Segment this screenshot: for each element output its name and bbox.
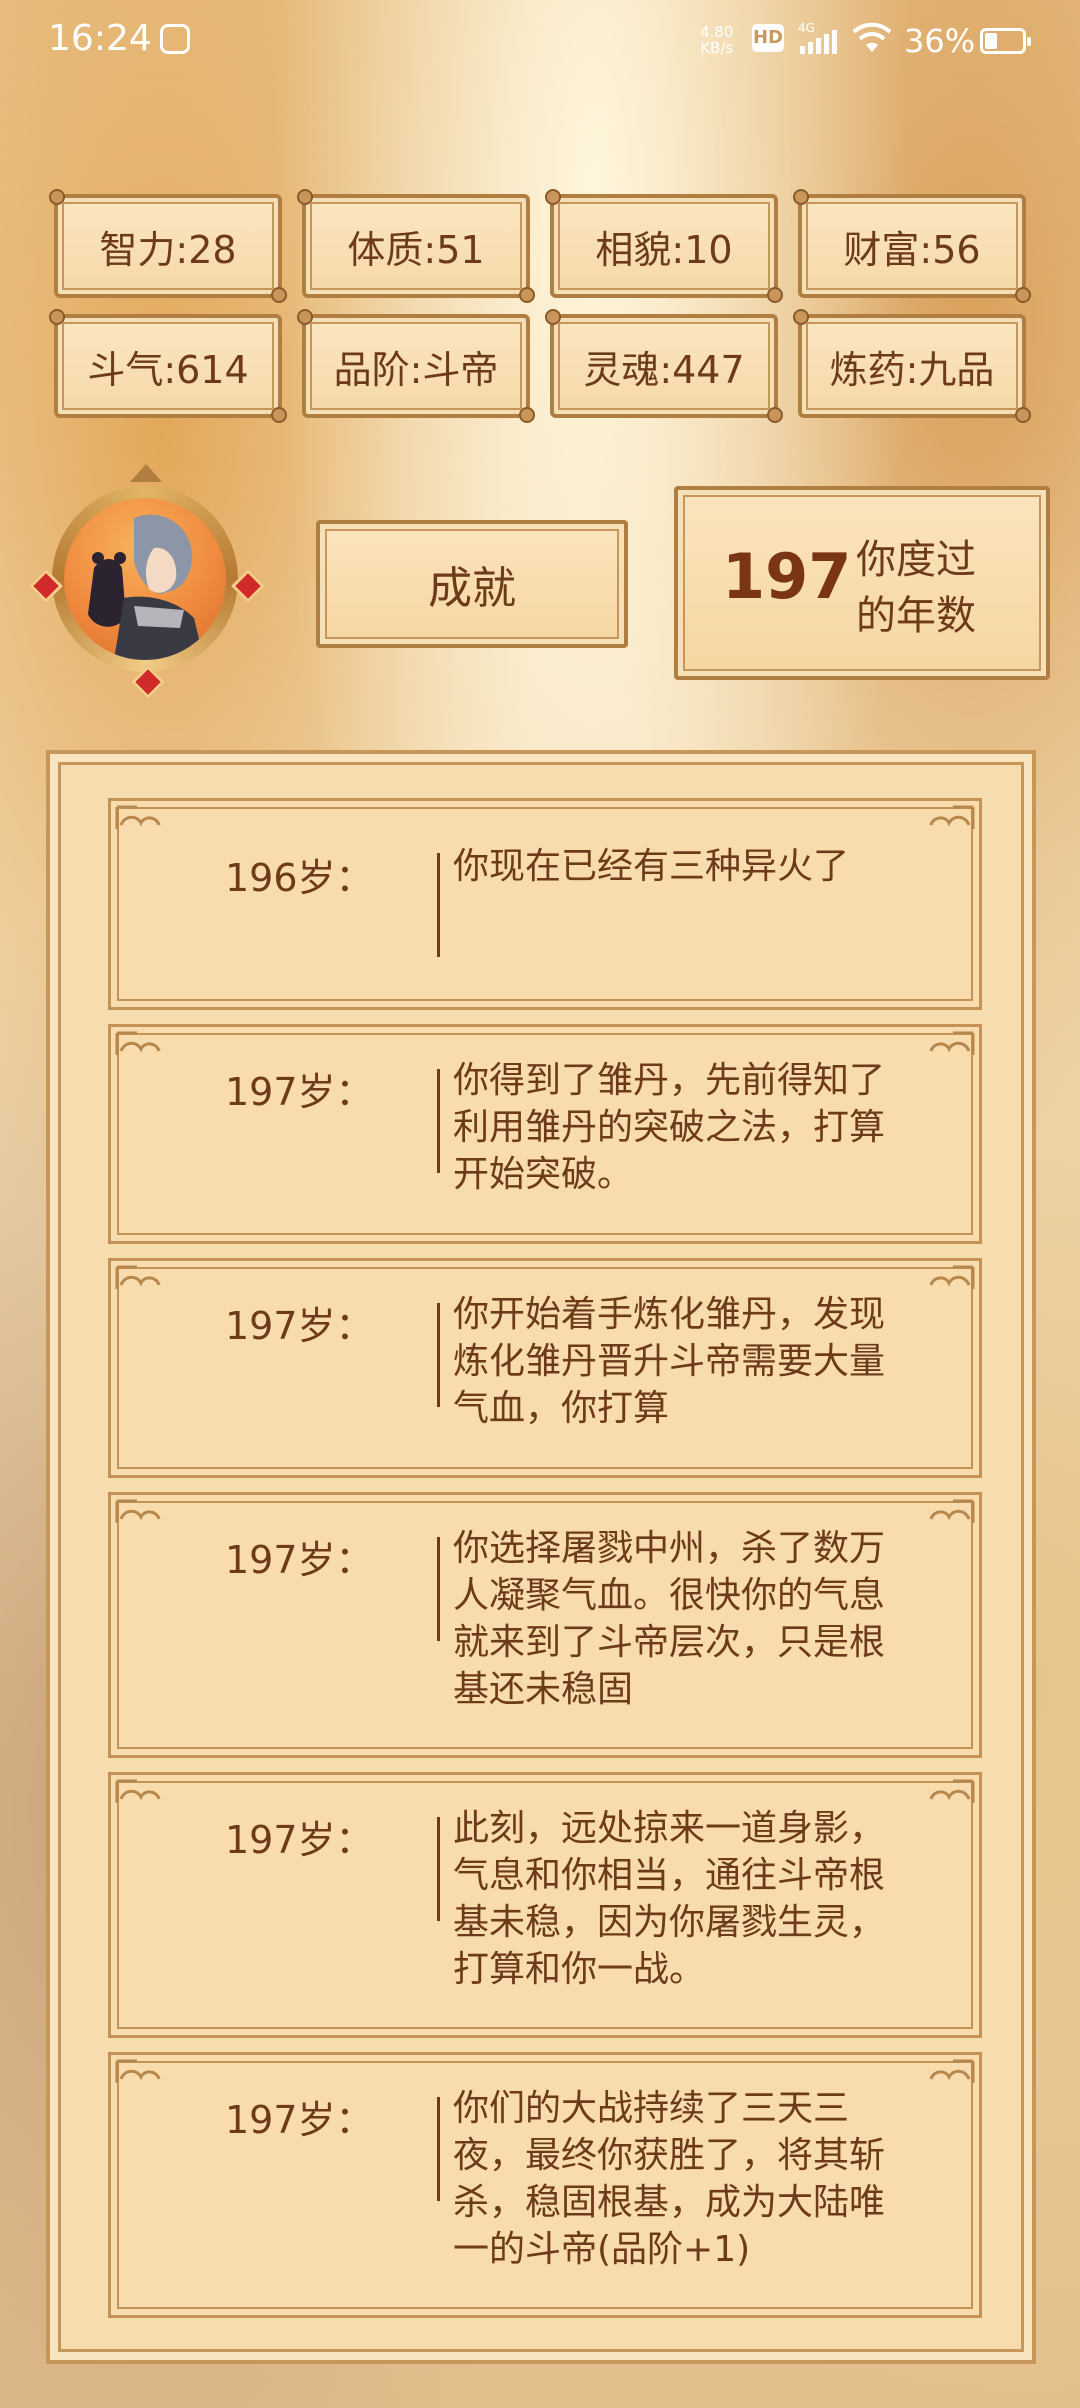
log-entry: 197岁： 你得到了雏丹，先前得知了利用雏丹的突破之法，打算开始突破。 — [108, 1024, 982, 1244]
stat-appearance: 相貌:10 — [545, 189, 783, 303]
stat-rank: 品阶:斗帝 — [297, 309, 535, 423]
cloud-ornament-icon — [115, 805, 161, 829]
stat-soul: 灵魂:447 — [545, 309, 783, 423]
log-entry: 197岁： 你开始着手炼化雏丹，发现炼化雏丹晋升斗帝需要大量气血，你打算 — [108, 1258, 982, 1478]
cloud-ornament-icon — [115, 2059, 161, 2083]
cloud-ornament-icon — [929, 2059, 975, 2083]
log-age: 197岁： — [225, 2098, 374, 2142]
log-age: 197岁： — [225, 1818, 374, 1862]
log-entry: 197岁： 你选择屠戮中州，杀了数万人凝聚气血。很快你的气息就来到了斗帝层次，只… — [108, 1492, 982, 1758]
net-speed: 4.80 KB/s — [700, 23, 734, 57]
log-age: 197岁： — [225, 1070, 374, 1114]
log-entry: 197岁： 你们的大战持续了三天三夜，最终你获胜了，将其斩杀，稳固根基，成为大陆… — [108, 2052, 982, 2318]
divider — [437, 2097, 440, 2201]
divider — [437, 853, 440, 957]
years-label: 你度过的年数 — [856, 537, 976, 639]
status-bar: 16:24 4.80 KB/s HD 4G 36% — [0, 0, 1080, 86]
log-text: 此刻，远处掠来一道身影，气息和你相当，通往斗帝根基未稳，因为你屠戮生灵，打算和你… — [453, 1808, 886, 1990]
avatar[interactable] — [29, 464, 265, 699]
stat-intelligence: 智力:28 — [49, 189, 287, 303]
log-text: 你开始着手炼化雏丹，发现炼化雏丹晋升斗帝需要大量气血，你打算 — [453, 1294, 886, 1429]
log-age: 197岁： — [225, 1304, 374, 1348]
divider — [437, 1303, 440, 1407]
cloud-ornament-icon — [929, 1779, 975, 1803]
signal-icon: 4G — [798, 21, 837, 54]
log-text: 你现在已经有三种异火了 — [453, 846, 850, 887]
log-entry: 196岁： 你现在已经有三种异火了 — [108, 798, 982, 1010]
cloud-ornament-icon — [929, 805, 975, 829]
log-text: 你们的大战持续了三天三夜，最终你获胜了，将其斩杀，稳固根基，成为大陆唯一的斗帝(… — [453, 2088, 886, 2270]
log-text: 你得到了雏丹，先前得知了利用雏丹的突破之法，打算开始突破。 — [453, 1060, 886, 1195]
life-log-panel[interactable]: 196岁： 你现在已经有三种异火了 197岁： 你得到了雏丹，先前得知了利用雏丹… — [46, 750, 1036, 2364]
cloud-ornament-icon — [929, 1265, 975, 1289]
cloud-ornament-icon — [929, 1031, 975, 1055]
stat-douqi: 斗气:614 — [49, 309, 287, 423]
avatar-image — [64, 498, 226, 660]
battery-percent: 36% — [904, 22, 976, 60]
log-age: 196岁： — [225, 856, 374, 900]
achievement-button[interactable]: 成就 — [316, 520, 628, 648]
hd-icon: HD — [752, 24, 784, 52]
log-age: 197岁： — [225, 1538, 374, 1582]
cloud-ornament-icon — [115, 1779, 161, 1803]
app-notification-icon — [160, 24, 190, 54]
stat-wealth: 财富:56 — [793, 189, 1031, 303]
svg-text:4G: 4G — [798, 21, 815, 35]
cloud-ornament-icon — [115, 1265, 161, 1289]
wifi-icon — [852, 22, 892, 52]
stat-constitution: 体质:51 — [297, 189, 535, 303]
years-count: 197 — [722, 540, 852, 613]
stat-alchemy: 炼药:九品 — [793, 309, 1031, 423]
years-lived-box: 197 你度过的年数 — [674, 486, 1050, 680]
divider — [437, 1537, 440, 1641]
divider — [437, 1069, 440, 1173]
clock: 16:24 — [48, 18, 152, 59]
log-entry: 197岁： 此刻，远处掠来一道身影，气息和你相当，通往斗帝根基未稳，因为你屠戮生… — [108, 1772, 982, 2038]
divider — [437, 1817, 440, 1921]
cloud-ornament-icon — [115, 1031, 161, 1055]
cloud-ornament-icon — [115, 1499, 161, 1523]
battery-icon — [980, 28, 1031, 54]
log-text: 你选择屠戮中州，杀了数万人凝聚气血。很快你的气息就来到了斗帝层次，只是根基还未稳… — [453, 1528, 886, 1710]
cloud-ornament-icon — [929, 1499, 975, 1523]
